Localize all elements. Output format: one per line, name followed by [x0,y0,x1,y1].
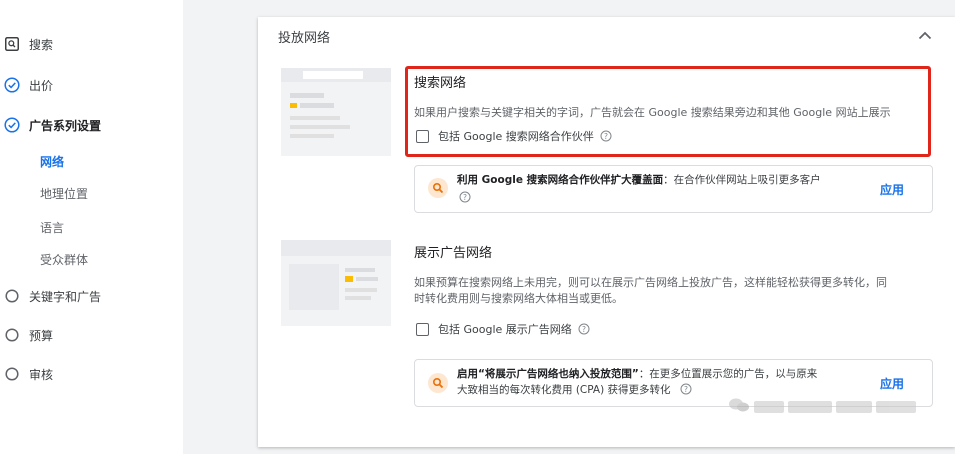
watermark [728,398,928,416]
card-title: 投放网络 [278,31,331,46]
nav-label: 广告系列设置 [29,118,102,133]
search-icon [428,373,448,393]
search-icon [428,178,448,198]
nav-sub-networks[interactable]: 网络 [40,150,64,172]
nav-label: 搜索 [29,37,54,52]
recommendation-body-line2: 大致相当的每次转化费用 (CPA) 获得更多转化 [457,384,671,396]
watermark-logo-icon [728,397,750,417]
recommendation-body-line1: ：在更多位置展示您的广告，以与原来 [638,368,818,380]
apply-button[interactable]: 应用 [880,181,904,198]
nav-sub-locations[interactable]: 地理位置 [40,182,88,204]
nav-item-keywords-ads[interactable]: 关键字和广告 [0,283,101,309]
help-icon[interactable]: ? [459,191,471,203]
nav-item-bidding[interactable]: 出价 [0,72,53,98]
svg-text:?: ? [463,193,467,202]
svg-text:?: ? [582,325,586,334]
display-network-description-line1: 如果预算在搜索网络上未用完，则可以在展示广告网络上投放广告，这样能轻松获得更多转… [414,276,887,289]
recommendation-bold: 启用“将展示广告网络也纳入投放范围” [457,368,639,380]
radio-empty-icon [4,366,20,382]
help-icon[interactable]: ? [680,383,692,395]
nav-label: 关键字和广告 [29,289,102,304]
radio-empty-icon [4,327,20,343]
nav-sub-audiences[interactable]: 受众群体 [40,248,88,270]
nav-item-budget[interactable]: 预算 [0,322,53,348]
recommendation-bold: 利用 Google 搜索网络合作伙伴扩大覆盖面 [457,174,664,186]
nav-item-campaign-settings[interactable]: 广告系列设置 [0,112,101,138]
nav-item-review[interactable]: 审核 [0,361,53,387]
recommendation-body: ：在合作伙伴网站上吸引更多客户 [663,174,821,186]
page-background [183,0,255,454]
highlight-box [405,66,931,157]
display-network-label: 包括 Google 展示广告网络 [438,323,572,336]
display-network-description-line2: 时转化费用则与搜索网络大体相当或更低。 [414,292,623,305]
apply-button[interactable]: 应用 [880,375,904,392]
radio-empty-icon [4,288,20,304]
recommendation-text: 启用“将展示广告网络也纳入投放范围”：在更多位置展示您的广告，以与原来 大致相当… [457,366,877,398]
search-partners-recommendation: 利用 Google 搜索网络合作伙伴扩大覆盖面：在合作伙伴网站上吸引更多客户 ?… [414,165,933,213]
check-circle-icon [4,117,20,133]
nav-item-search[interactable]: 搜索 [0,31,53,57]
nav-label: 预算 [29,328,54,343]
nav-sub-languages[interactable]: 语言 [40,216,64,238]
display-network-title: 展示广告网络 [414,246,493,261]
nav-label: 审核 [29,367,54,382]
display-network-option[interactable]: 包括 Google 展示广告网络 ? [416,321,590,337]
help-icon[interactable]: ? [578,323,590,335]
nav-label: 出价 [29,78,54,93]
search-network-illustration [281,68,391,156]
search-box-icon [4,36,20,52]
chevron-up-icon[interactable] [915,25,935,45]
recommendation-text: 利用 Google 搜索网络合作伙伴扩大覆盖面：在合作伙伴网站上吸引更多客户 ? [457,172,857,208]
svg-text:?: ? [684,385,688,394]
check-circle-icon [4,77,20,93]
sidebar: 搜索 出价 广告系列设置 网络 地理位置 语言 受众群体 关键字和广告 预算 审… [0,0,183,454]
display-network-illustration [281,240,391,326]
display-network-checkbox[interactable] [416,322,429,336]
